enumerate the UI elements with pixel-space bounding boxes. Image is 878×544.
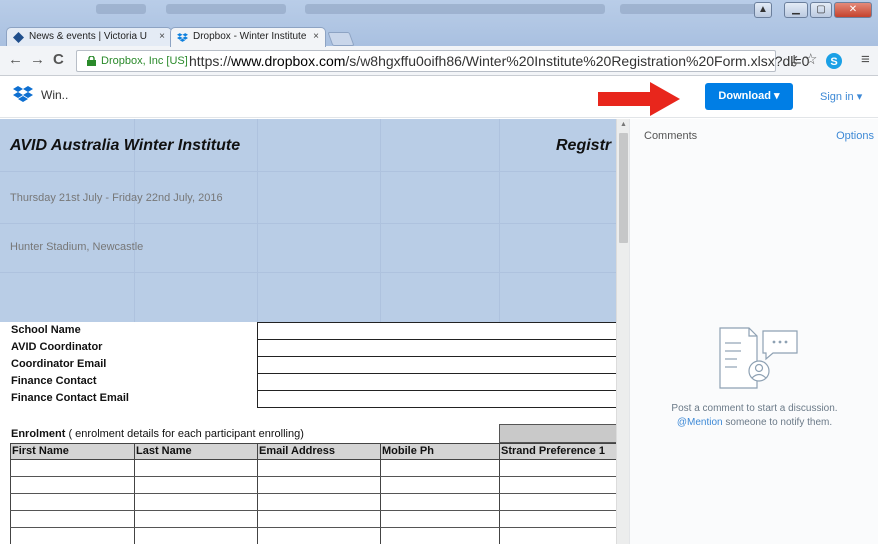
menu-icon[interactable]: ≡ [861, 52, 870, 68]
table-row [10, 476, 616, 477]
enrolment-heading: Enrolment ( enrolment details for each p… [11, 428, 304, 440]
gray-header-cell [499, 424, 616, 443]
blurred-background [96, 4, 146, 14]
scroll-up-icon[interactable]: ▲ [620, 121, 627, 128]
skype-icon[interactable]: S [826, 53, 842, 69]
form-label: Coordinator Email [11, 358, 107, 370]
diamond-icon [13, 32, 24, 43]
blurred-background [166, 4, 286, 14]
grid-line [499, 119, 500, 322]
maximize-icon[interactable]: ▢ [810, 2, 832, 18]
grid-line [257, 119, 258, 322]
column-header-strand: Strand Preference 1 [501, 445, 605, 457]
tab-dropbox[interactable]: Dropbox - Winter Institute × [170, 27, 326, 47]
key-icon[interactable]: ⚷ [789, 52, 799, 68]
svg-text:S: S [830, 56, 837, 68]
form-fields-box [257, 322, 616, 408]
close-window-icon[interactable]: ✕ [834, 2, 872, 18]
event-venue: Hunter Stadium, Newcastle [10, 241, 144, 253]
sheet-title-right: Registr [556, 137, 612, 154]
comments-title: Comments [644, 130, 698, 142]
blurred-background [305, 4, 605, 14]
window-controls: ▲ ▁ ▢ ✕ [754, 2, 872, 20]
star-icon[interactable]: ☆ [804, 52, 817, 68]
reload-icon[interactable]: C [53, 51, 64, 69]
grid-line [0, 272, 616, 273]
lock-icon [87, 56, 96, 66]
download-button[interactable]: Download ▾ [705, 83, 793, 110]
sheet-scrollbar[interactable]: ▲ [616, 119, 629, 544]
close-icon[interactable]: × [313, 28, 319, 46]
table-row [10, 493, 616, 494]
file-name: Win.. [41, 88, 69, 102]
back-icon[interactable]: ← [8, 51, 23, 69]
comments-panel: Comments Options Post a comment to start… [629, 119, 878, 544]
column-header-last-name: Last Name [136, 445, 192, 457]
grid-line [0, 171, 616, 172]
form-field-line [257, 339, 616, 340]
new-tab-button[interactable] [327, 32, 355, 46]
comments-options-link[interactable]: Options [836, 130, 874, 142]
address-bar[interactable]: Dropbox, Inc [US] https://www.dropbox.co… [76, 50, 809, 72]
browser-toolbar: ← → C Dropbox, Inc [US] https://www.drop… [0, 46, 878, 76]
grid-line [380, 119, 381, 322]
column-header-first-name: First Name [12, 445, 69, 457]
tab-label: Dropbox - Winter Institute [193, 31, 307, 42]
mention-link[interactable]: @Mention [677, 417, 723, 428]
event-dates: Thursday 21st July - Friday 22nd July, 2… [10, 192, 223, 204]
form-field-line [257, 373, 616, 374]
profile-icon[interactable]: ▲ [754, 2, 772, 18]
column-header-mobile: Mobile Ph [382, 445, 434, 457]
grid-line [0, 223, 616, 224]
form-field-line [257, 356, 616, 357]
forward-icon[interactable]: → [30, 51, 45, 69]
table-row [10, 510, 616, 511]
close-icon[interactable]: × [159, 28, 165, 46]
form-label: School Name [11, 324, 81, 336]
url-text[interactable]: https://www.dropbox.com/s/w8hgxffu0oifh8… [189, 53, 809, 69]
blurred-background [620, 4, 760, 14]
dropbox-logo-icon[interactable] [13, 85, 33, 103]
sheet-title: AVID Australia Winter Institute [10, 137, 241, 154]
column-header-email: Email Address [259, 445, 336, 457]
tab-news-events[interactable]: News & events | Victoria U × [6, 27, 172, 47]
table-row [10, 527, 616, 528]
scrollbar-thumb[interactable] [619, 133, 628, 243]
dropbox-icon [177, 33, 188, 42]
ev-certificate-label[interactable]: Dropbox, Inc [US] [101, 54, 188, 68]
tab-label: News & events | Victoria U [29, 31, 148, 42]
browser-tab-strip: News & events | Victoria U × Dropbox - W… [0, 0, 878, 47]
form-field-line [257, 390, 616, 391]
comments-empty-message: Post a comment to start a discussion. @M… [671, 403, 838, 428]
spreadsheet-preview: AVID Australia Winter Institute Registr … [0, 119, 616, 544]
form-label: Finance Contact Email [11, 392, 129, 404]
sign-in-link[interactable]: Sign in ▾ [820, 90, 862, 103]
comment-document-icon [719, 327, 798, 389]
red-arrow-annotation [598, 82, 680, 116]
form-label: Finance Contact [11, 375, 97, 387]
minimize-icon[interactable]: ▁ [784, 2, 808, 18]
form-label: AVID Coordinator [11, 341, 103, 353]
